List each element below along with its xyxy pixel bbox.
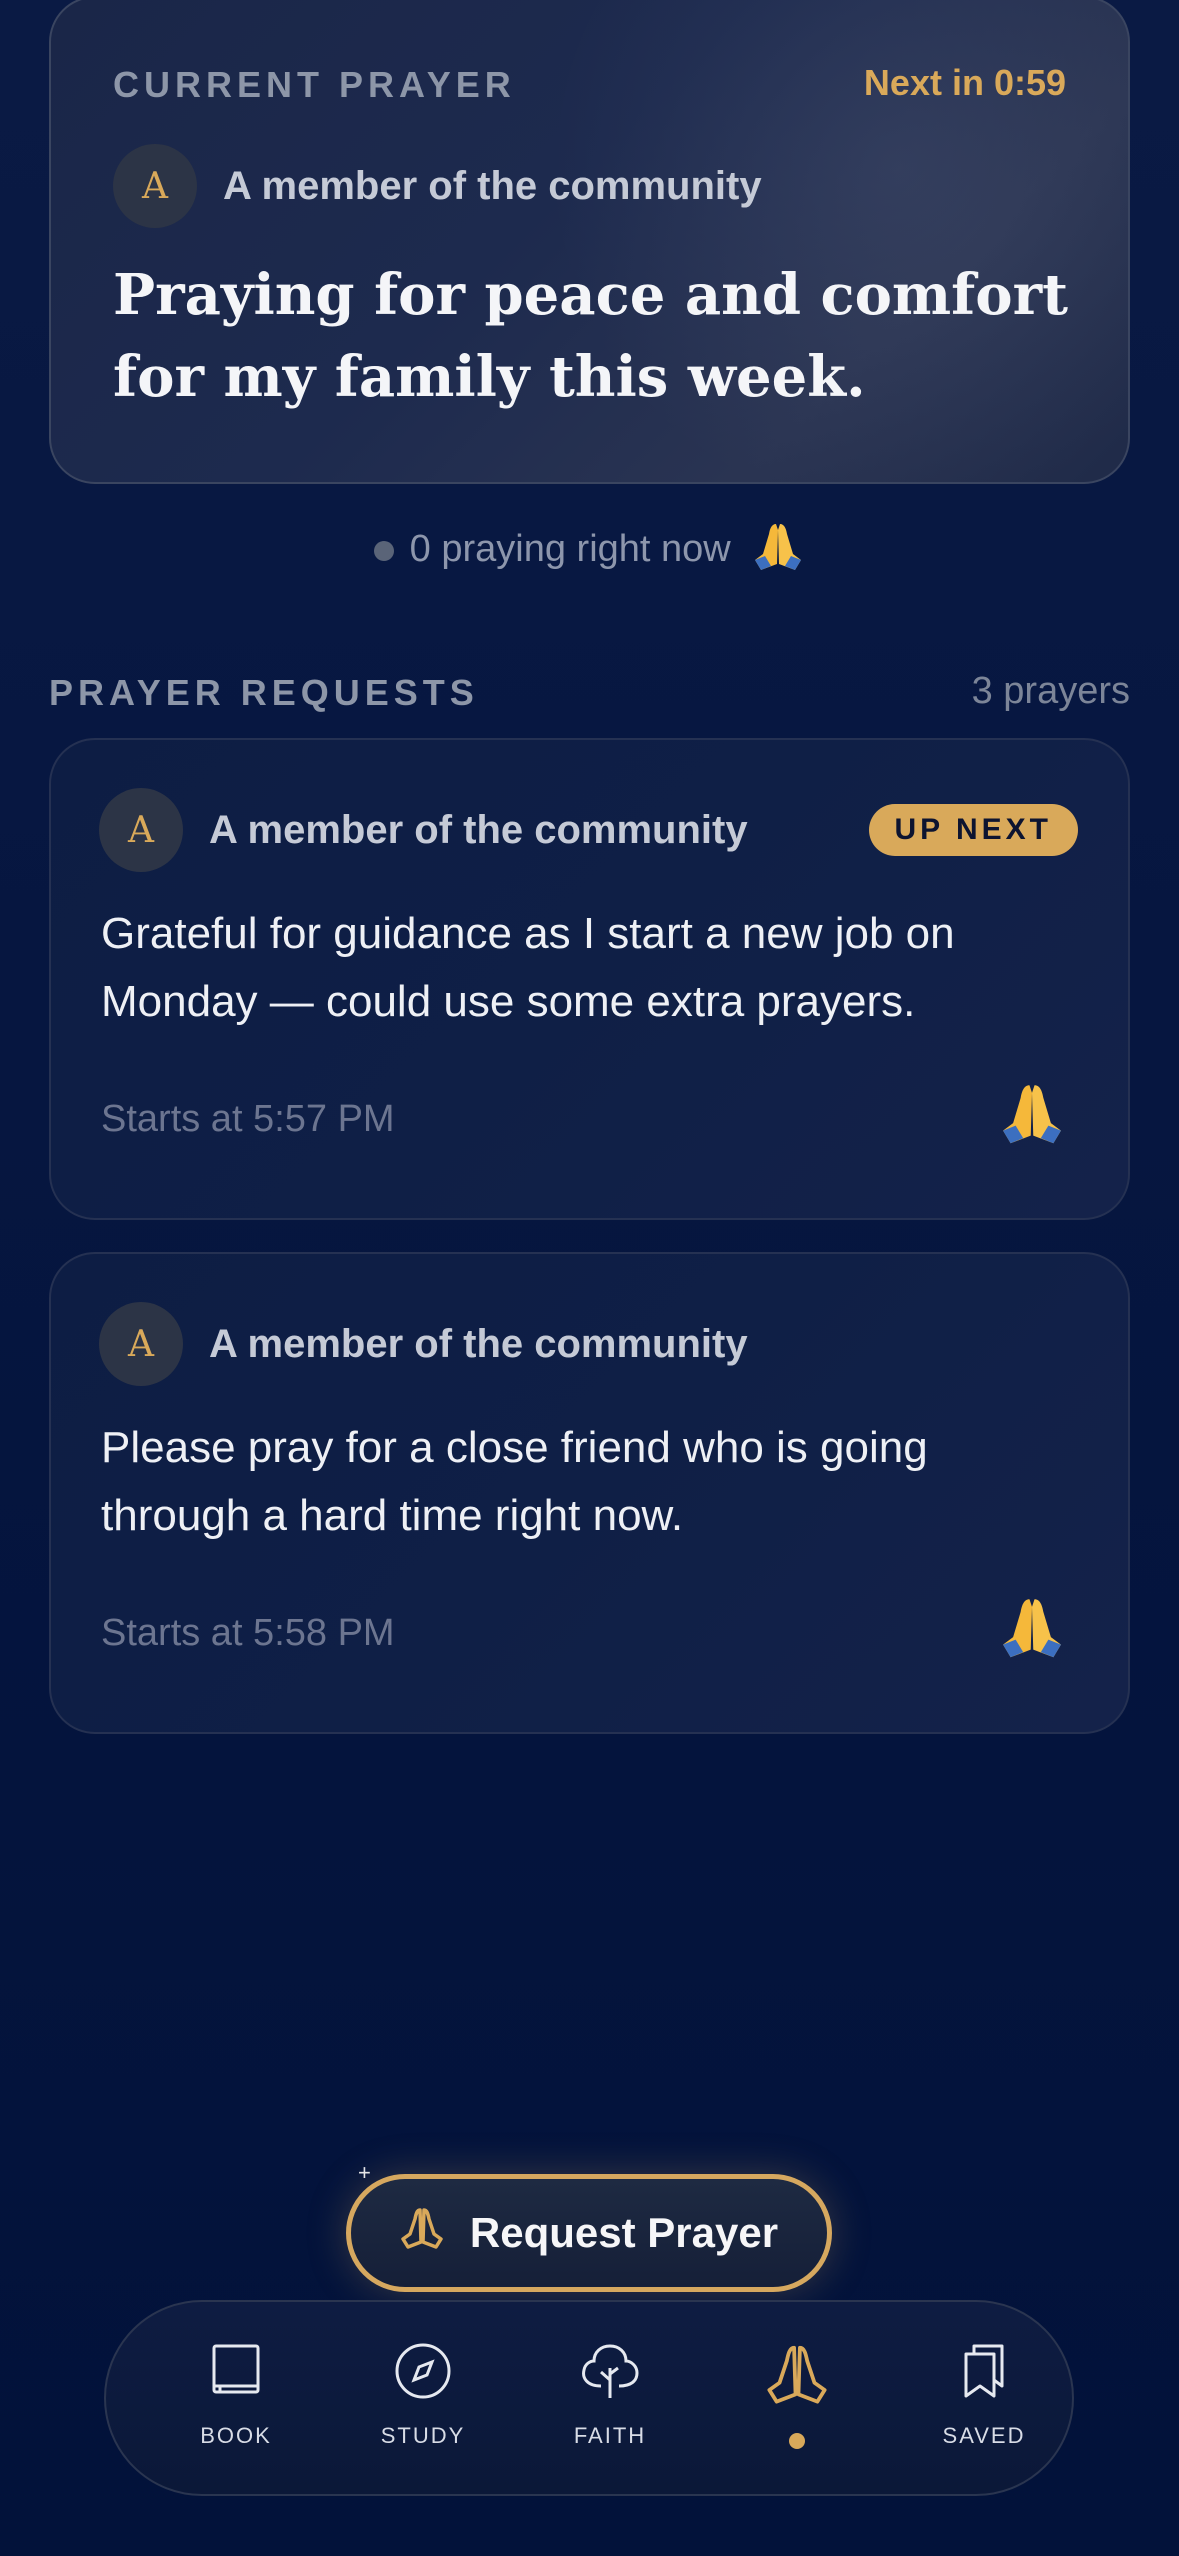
prayer-requests-title: PRAYER REQUESTS bbox=[49, 672, 479, 713]
current-prayer-text: Praying for peace and comfort for my fam… bbox=[113, 262, 1068, 410]
nav-label: SAVED bbox=[942, 2423, 1026, 2448]
nav-item-study[interactable]: STUDY bbox=[343, 2342, 503, 2449]
prayer-request-text: Grateful for guidance as I start a new j… bbox=[101, 909, 955, 1026]
next-countdown: Next in 0:59 bbox=[863, 62, 1066, 103]
praying-hands-icon bbox=[751, 520, 805, 582]
request-prayer-label: Request Prayer bbox=[469, 2209, 779, 2256]
nav-item-prayer[interactable] bbox=[717, 2342, 877, 2449]
member-name: A member of the community bbox=[209, 808, 748, 852]
avatar: A bbox=[113, 144, 197, 228]
up-next-badge: UP NEXT bbox=[868, 804, 1078, 856]
nav-label: FAITH bbox=[573, 2423, 647, 2448]
current-prayer-card: CURRENT PRAYER Next in 0:59 A A member o… bbox=[49, 0, 1130, 484]
prayer-screen: CURRENT PRAYER Next in 0:59 A A member o… bbox=[0, 0, 1179, 2556]
bottom-nav: BOOK STUDY FAITH SAVED bbox=[104, 2300, 1074, 2496]
active-indicator bbox=[789, 2433, 805, 2449]
sparkle-icon: + bbox=[358, 2160, 371, 2185]
nav-label: STUDY bbox=[380, 2423, 466, 2448]
tree-icon bbox=[579, 2342, 641, 2405]
praying-hands-icon bbox=[765, 2342, 829, 2411]
current-prayer-label: CURRENT PRAYER bbox=[113, 64, 516, 105]
nav-label: BOOK bbox=[200, 2423, 272, 2448]
praying-now-status: 0 praying right now bbox=[0, 520, 1179, 582]
pray-button-icon[interactable] bbox=[998, 1594, 1066, 1665]
start-time: Starts at 5:58 PM bbox=[101, 1612, 395, 1654]
book-icon bbox=[208, 2342, 264, 2405]
prayer-request-card[interactable]: A A member of the community Please pray … bbox=[49, 1252, 1130, 1734]
prayer-count: 3 prayers bbox=[971, 670, 1130, 712]
avatar: A bbox=[99, 1302, 183, 1386]
prayer-request-card[interactable]: A A member of the community UP NEXT Grat… bbox=[49, 738, 1130, 1220]
bookmarks-icon bbox=[956, 2342, 1012, 2405]
request-prayer-button[interactable]: Request Prayer bbox=[346, 2174, 832, 2292]
nav-item-faith[interactable]: FAITH bbox=[530, 2342, 690, 2449]
nav-item-book[interactable]: BOOK bbox=[156, 2342, 316, 2449]
praying-now-text: 0 praying right now bbox=[409, 528, 731, 571]
pray-button-icon[interactable] bbox=[998, 1080, 1066, 1151]
compass-icon bbox=[394, 2342, 452, 2405]
nav-item-saved[interactable]: SAVED bbox=[904, 2342, 1064, 2449]
member-name: A member of the community bbox=[223, 164, 762, 208]
praying-hands-icon bbox=[400, 2206, 444, 2260]
prayer-request-text: Please pray for a close friend who is go… bbox=[101, 1423, 928, 1540]
avatar: A bbox=[99, 788, 183, 872]
start-time: Starts at 5:57 PM bbox=[101, 1098, 395, 1140]
status-dot bbox=[373, 541, 394, 561]
member-name: A member of the community bbox=[209, 1322, 748, 1366]
